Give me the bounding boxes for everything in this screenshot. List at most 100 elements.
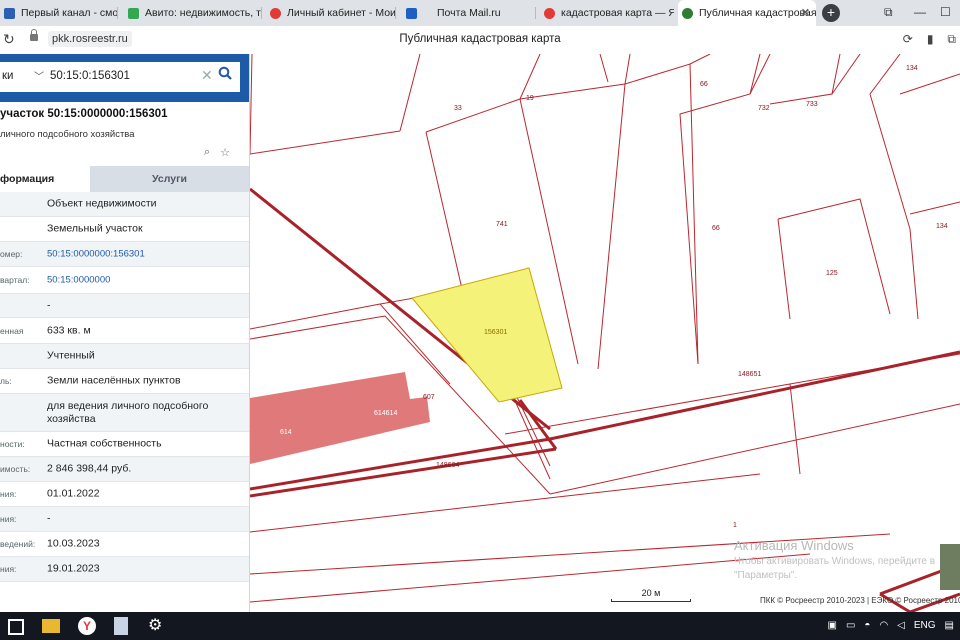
tab-favicon-icon	[544, 7, 555, 19]
search-bar: ки ﹀ 50:15:0:156301 ✕	[0, 54, 249, 102]
favorite-star-icon[interactable]: ☆	[220, 146, 230, 159]
parcel-label: 19	[526, 95, 534, 102]
info-panel: ки ﹀ 50:15:0:156301 ✕ участок 50:15:0000…	[0, 54, 250, 612]
parcel-label: 33	[454, 105, 462, 112]
page-title: Публичная кадастровая карта	[399, 33, 561, 45]
browser-tab[interactable]: Первый канал - смо	[0, 0, 118, 26]
parcel-label: 134	[906, 65, 918, 72]
file-explorer-icon[interactable]	[42, 619, 60, 633]
minimap-thumbnail[interactable]	[940, 544, 960, 590]
attribute-row: ведений: 10.03.2023	[0, 532, 249, 557]
parcel-label: 607	[423, 394, 435, 401]
attribute-list: Объект недвижимости Земельный участок омер…	[0, 192, 249, 582]
building-shape[interactable]	[250, 372, 430, 464]
scale-label: 20 м	[641, 588, 661, 598]
parcel-label: 125	[826, 270, 838, 277]
tab-label: Публичная кадастровая	[699, 7, 816, 19]
attribute-row: -	[0, 294, 249, 318]
attribute-row: ль: Земли населённых пунктов	[0, 369, 249, 394]
attribute-value: Объект недвижимости	[47, 197, 157, 210]
parcel-label: 66	[712, 225, 720, 232]
attribute-label: вартал:	[0, 275, 30, 285]
minimize-icon[interactable]: —	[914, 5, 926, 19]
map-scale: 20 м	[611, 588, 691, 602]
attribute-value: 2 846 398,44 руб.	[47, 462, 132, 475]
panel-tabs: формация Услуги	[0, 166, 249, 192]
share-icon[interactable]: ⧉	[947, 32, 956, 47]
browser-tab-active[interactable]: Публичная кадастровая ✕	[678, 0, 816, 26]
attribute-label: ния:	[0, 514, 17, 524]
map-canvas[interactable]: 33 19 66 732 733 134 741 66 134 125 1563…	[250, 54, 960, 612]
zoom-to-object-icon[interactable]: ⌕	[204, 146, 210, 159]
attribute-link[interactable]: 50:15:0000000:156301	[47, 248, 242, 261]
attribute-row: Объект недвижимости	[0, 192, 249, 217]
attribute-row: ности: Частная собственность	[0, 432, 249, 457]
volume-icon[interactable]: ◁	[897, 620, 905, 631]
attribute-value: 19.01.2023	[47, 562, 100, 575]
windows-taskbar: Y ⚙ ▣ ▭ ◓ ◠ ◁ ENG ▤	[0, 612, 960, 640]
attribute-value: -	[47, 299, 51, 311]
browser-tab[interactable]: Личный кабинет - Мои о	[266, 0, 396, 26]
attribute-value: Земли населённых пунктов	[47, 374, 181, 387]
attribute-label: ведений:	[0, 539, 36, 549]
maximize-icon[interactable]: ☐	[940, 5, 951, 19]
tab-favicon-icon	[128, 7, 139, 19]
cadastral-map[interactable]: 33 19 66 732 733 134 741 66 134 125 1563…	[250, 54, 960, 612]
attribute-label: ния:	[0, 564, 17, 574]
attribute-value: 01.01.2022	[47, 487, 100, 500]
map-attribution: ПКК © Росреестр 2010-2023 | ЕЭКО © Росре…	[760, 596, 960, 605]
parcel-label: 66	[700, 81, 708, 88]
tab-favicon-icon	[682, 7, 693, 19]
notifications-icon[interactable]: ▤	[945, 620, 954, 631]
attribute-row: вартал: 50:15:0000000	[0, 267, 249, 294]
battery-icon[interactable]: ▭	[846, 620, 855, 631]
attribute-row: имость: 2 846 398,44 руб.	[0, 457, 249, 482]
attribute-row: ния: -	[0, 507, 249, 532]
attribute-value: -	[47, 512, 51, 525]
extension-icon[interactable]: ⟳	[903, 32, 913, 47]
search-type-select[interactable]: ки	[2, 70, 13, 82]
network-icon[interactable]: ◓	[864, 620, 870, 631]
object-title: участок 50:15:0000000:156301	[0, 108, 168, 120]
new-tab-button[interactable]: +	[822, 4, 840, 22]
windows-activation-title: Активация Windows	[734, 538, 854, 553]
keyboard-language[interactable]: ENG	[914, 620, 936, 631]
browser-tab[interactable]: кадастровая карта — Янд	[540, 0, 674, 26]
tab-information[interactable]: формация	[0, 166, 90, 192]
tab-label: Первый канал - смо	[21, 7, 118, 19]
task-view-icon[interactable]	[8, 619, 24, 635]
tab-favicon-icon	[4, 7, 15, 19]
attribute-value: 633 кв. м	[47, 324, 91, 336]
parcel-label: 134	[936, 223, 948, 230]
chevron-down-icon[interactable]: ﹀	[34, 68, 44, 83]
parcel-label: 1	[733, 522, 737, 529]
tray-icon[interactable]: ▣	[827, 620, 836, 631]
parcel-label: 614614	[374, 410, 397, 417]
bookmark-icon[interactable]: ▮	[927, 32, 934, 47]
yandex-browser-icon[interactable]: Y	[78, 617, 96, 635]
tab-list-icon[interactable]: ⧉	[884, 5, 893, 20]
attribute-link[interactable]: 50:15:0000000	[47, 274, 242, 287]
notes-app-icon[interactable]	[114, 617, 128, 635]
tab-services[interactable]: Услуги	[90, 166, 249, 192]
parcel-label: 148651	[738, 371, 761, 378]
browser-tab[interactable]: Авито: недвижимость, тр	[124, 0, 262, 26]
parcel-label: 148664	[436, 462, 459, 469]
settings-gear-icon[interactable]: ⚙	[148, 617, 166, 635]
address-bar: ↻ pkk.rosreestr.ru Публичная кадастровая…	[0, 26, 960, 55]
attribute-row: ния: 01.01.2022	[0, 482, 249, 507]
attribute-row: енная 633 кв. м	[0, 318, 249, 344]
search-box: ки ﹀ 50:15:0:156301 ✕	[0, 62, 240, 92]
close-tab-icon[interactable]: ✕	[801, 6, 810, 19]
parcel-label: 614	[280, 429, 292, 436]
attribute-label: омер:	[0, 249, 23, 259]
wifi-icon[interactable]: ◠	[879, 620, 888, 631]
attribute-label: ния:	[0, 489, 17, 499]
attribute-value: Частная собственность	[47, 437, 162, 450]
search-input[interactable]: 50:15:0:156301	[50, 70, 130, 82]
clear-icon[interactable]: ✕	[201, 67, 213, 84]
search-icon[interactable]	[218, 66, 232, 80]
attribute-value: 10.03.2023	[47, 537, 100, 550]
browser-tab[interactable]: Почта Mail.ru	[402, 0, 536, 26]
tab-label: Почта Mail.ru	[437, 7, 501, 19]
